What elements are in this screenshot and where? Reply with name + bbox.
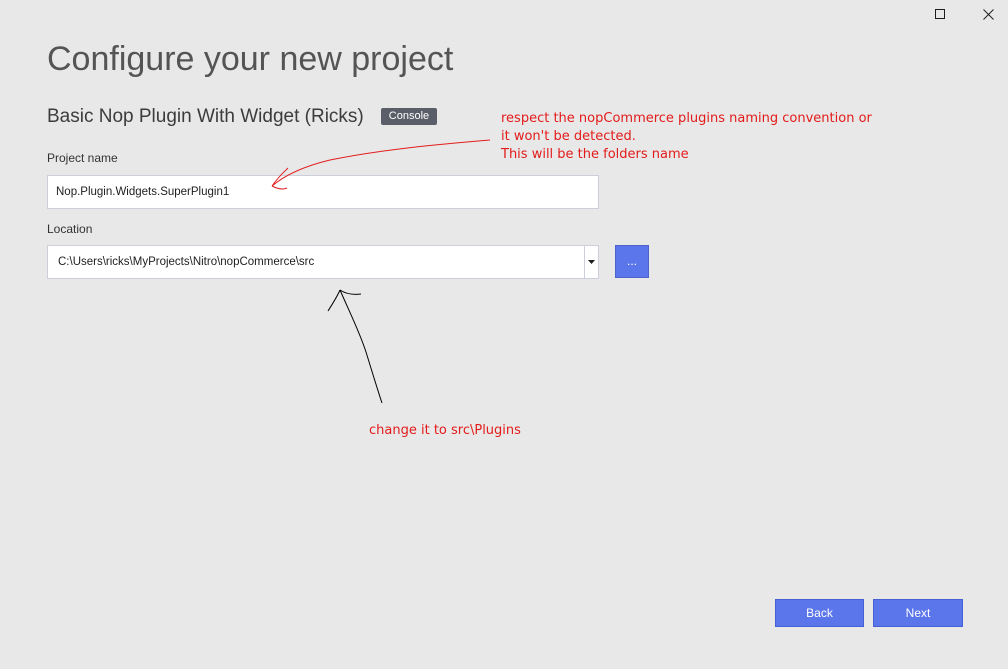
next-button[interactable]: Next bbox=[873, 599, 963, 627]
black-arrow-annotation bbox=[327, 289, 383, 404]
naming-annotation: respect the nopCommerce plugins naming c… bbox=[501, 110, 872, 164]
back-button[interactable]: Back bbox=[775, 599, 864, 627]
project-name-input[interactable] bbox=[47, 175, 599, 209]
close-button[interactable] bbox=[965, 0, 1008, 28]
page-title: Configure your new project bbox=[47, 40, 454, 78]
close-icon bbox=[982, 8, 994, 20]
location-annotation: change it to src\Plugins bbox=[369, 423, 521, 438]
browse-button[interactable]: ... bbox=[615, 245, 649, 278]
location-combobox[interactable] bbox=[47, 245, 599, 279]
location-dropdown-button[interactable] bbox=[584, 246, 598, 278]
template-tag-badge: Console bbox=[380, 108, 438, 125]
maximize-icon bbox=[934, 8, 945, 19]
template-summary: Basic Nop Plugin With Widget (Ricks) Con… bbox=[47, 106, 438, 128]
location-label: Location bbox=[47, 222, 93, 236]
template-name: Basic Nop Plugin With Widget (Ricks) bbox=[47, 106, 364, 127]
location-input[interactable] bbox=[48, 246, 584, 278]
annotation-line: it won't be detected. bbox=[501, 129, 636, 144]
annotation-line: This will be the folders name bbox=[501, 147, 689, 162]
maximize-button[interactable] bbox=[917, 0, 963, 28]
annotation-drawing bbox=[271, 139, 491, 404]
caret-down-icon bbox=[588, 260, 595, 264]
project-name-label: Project name bbox=[47, 151, 118, 165]
annotation-line: respect the nopCommerce plugins naming c… bbox=[501, 111, 872, 126]
